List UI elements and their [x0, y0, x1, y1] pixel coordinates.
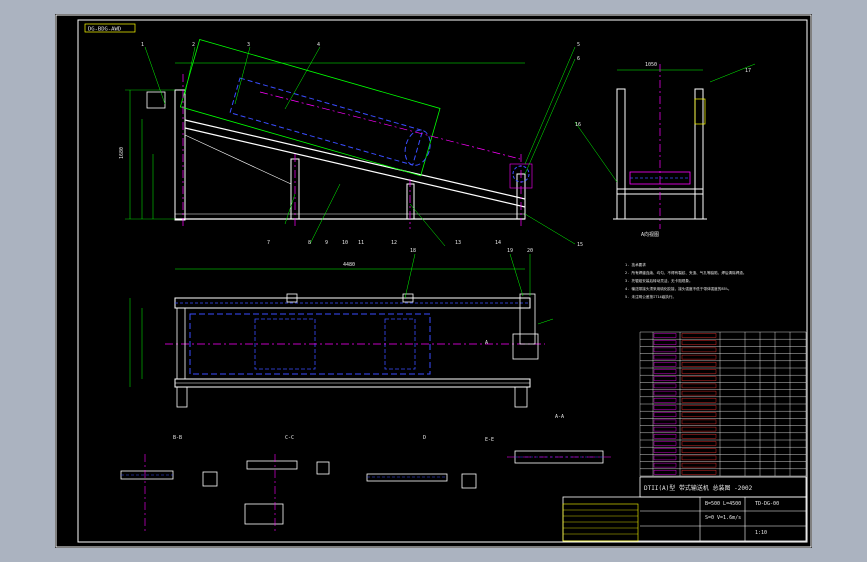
- cad-drawing: DG-BDG-AWD 1680 1 2 3 4 5 6 7 8 9 10 11 …: [55, 14, 812, 548]
- svg-text:18: 18: [410, 248, 416, 254]
- svg-text:1:10: 1:10: [755, 530, 767, 536]
- svg-text:4. 输送带接头须采用硫化胶接，接头强度不低于带体强度的85: 4. 输送带接头须采用硫化胶接，接头强度不低于带体强度的85%。: [625, 286, 731, 291]
- svg-text:17: 17: [745, 68, 751, 74]
- length-dimension: 4480: [343, 262, 355, 268]
- svg-text:E-E: E-E: [485, 437, 494, 443]
- drawing-title: DTII(A)型 带式输送机 总装图 -2002: [644, 484, 753, 492]
- svg-text:14: 14: [495, 240, 501, 246]
- svg-text:6: 6: [577, 56, 580, 62]
- height-dimension: 1680: [119, 147, 125, 159]
- svg-text:10: 10: [342, 240, 348, 246]
- svg-text:2: 2: [192, 42, 195, 48]
- svg-text:20: 20: [527, 248, 533, 254]
- svg-text:1. 技术要求: 1. 技术要求: [625, 262, 646, 267]
- end-view: 1050 A向视图 16 17: [574, 62, 756, 238]
- svg-text:1050: 1050: [645, 62, 657, 68]
- title-block: DTII(A)型 带式输送机 总装图 -2002 B=500 L=4500 S=…: [562, 476, 807, 542]
- svg-text:7: 7: [267, 240, 270, 246]
- svg-text:16: 16: [575, 122, 581, 128]
- svg-text:3: 3: [247, 42, 250, 48]
- svg-text:2. 所有焊缝连续、均匀，不得有裂纹、夹渣、气孔等缺陷，焊后: 2. 所有焊缝连续、均匀，不得有裂纹、夹渣、气孔等缺陷，焊后清除焊渣。: [625, 270, 747, 275]
- svg-text:9: 9: [325, 240, 328, 246]
- svg-text:1: 1: [141, 42, 144, 48]
- inner-border: [77, 19, 808, 543]
- svg-text:11: 11: [358, 240, 364, 246]
- svg-text:D: D: [423, 435, 426, 441]
- plan-view: 4480 A A-A 18 19 20: [129, 248, 564, 420]
- svg-text:5: 5: [577, 42, 580, 48]
- drawing-sheet: DG-BDG-AWD 1680 1 2 3 4 5 6 7 8 9 10 11 …: [55, 14, 812, 548]
- technical-notes: 1. 技术要求 2. 所有焊缝连续、均匀，不得有裂纹、夹渣、气孔等缺陷，焊后清除…: [625, 262, 747, 299]
- svg-text:8: 8: [308, 240, 311, 246]
- svg-text:TD-DG-00: TD-DG-00: [755, 501, 779, 507]
- svg-text:5. 未注明公差按IT14级执行。: 5. 未注明公差按IT14级执行。: [625, 294, 676, 299]
- svg-text:A-A: A-A: [555, 414, 564, 420]
- svg-text:15: 15: [577, 242, 583, 248]
- section-details: B-B C-C D E-E: [120, 435, 613, 534]
- svg-text:B=500 L=4500: B=500 L=4500: [705, 501, 741, 507]
- end-view-label: A向视图: [641, 231, 659, 238]
- svg-text:4: 4: [317, 42, 320, 48]
- svg-text:3. 托辊组安装后转动灵活，无卡阻现象。: 3. 托辊组安装后转动灵活，无卡阻现象。: [625, 278, 693, 283]
- side-elevation-view: 1680 1 2 3 4 5 6 7 8 9 10 11 12 13 14 15: [119, 39, 583, 248]
- plan-view-label: A: [485, 340, 488, 346]
- stamp-text: DG-BDG-AWD: [88, 27, 121, 33]
- svg-text:B-B: B-B: [173, 435, 182, 441]
- svg-text:C-C: C-C: [285, 435, 294, 441]
- svg-text:19: 19: [507, 248, 513, 254]
- svg-text:S=0 V=1.6m/s: S=0 V=1.6m/s: [705, 515, 741, 521]
- parts-list: [639, 331, 807, 477]
- svg-text:12: 12: [391, 240, 397, 246]
- svg-text:13: 13: [455, 240, 461, 246]
